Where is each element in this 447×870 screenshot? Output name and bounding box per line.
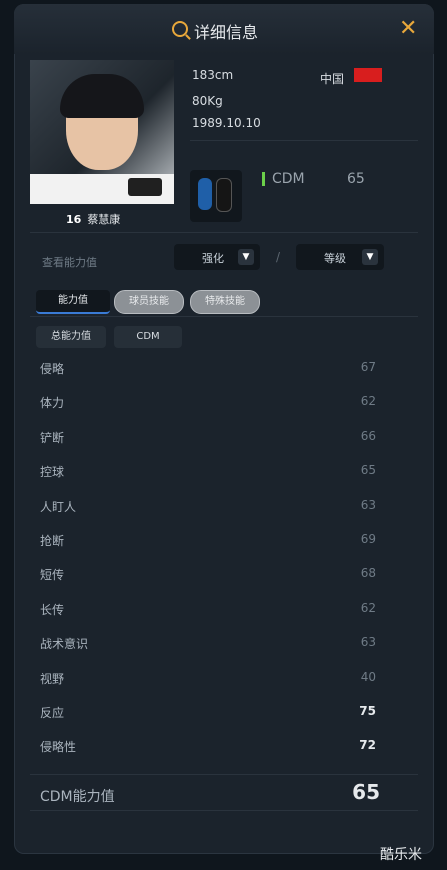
stat-row: 战术意识 63 xyxy=(40,635,376,655)
stat-name: 铲断 xyxy=(40,430,65,445)
stat-value: 63 xyxy=(360,497,376,512)
nation-flag xyxy=(354,68,382,82)
stat-row: 体力 62 xyxy=(40,394,376,414)
stat-name: 反应 xyxy=(40,706,65,720)
player-position: CDM xyxy=(272,171,305,187)
bottom-divider xyxy=(30,810,418,811)
player-photo xyxy=(30,60,174,204)
stat-row: 抢断 69 xyxy=(40,532,376,552)
info-divider xyxy=(190,140,418,141)
stat-name: 短传 xyxy=(40,568,65,583)
jersey-number: 16 xyxy=(66,213,82,226)
stat-value: 65 xyxy=(360,463,376,478)
filter-label: 查看能力值 xyxy=(42,256,97,269)
watermark: 酷乐米 xyxy=(380,847,422,863)
player-weight: 80Kg xyxy=(192,94,223,108)
stat-value: 72 xyxy=(359,738,376,753)
filter-separator: / xyxy=(276,250,281,264)
boots-card xyxy=(190,170,242,222)
chevron-down-icon: ▼ xyxy=(362,249,378,265)
chevron-down-icon: ▼ xyxy=(238,249,254,265)
chip-cdm[interactable]: CDM xyxy=(114,326,182,348)
summary-divider xyxy=(30,774,418,775)
stat-name: 侵略 xyxy=(40,362,65,376)
enhance-dropdown-label: 强化 xyxy=(202,252,224,265)
position-rating: 65 xyxy=(347,171,365,187)
stat-value: 69 xyxy=(360,532,376,546)
chip-total-ability[interactable]: 总能力值 xyxy=(36,326,106,348)
tab-player-skills[interactable]: 球员技能 xyxy=(114,290,184,314)
player-detail-panel: 详细信息 ✕ 16 蔡慧康 183cm 80Kg 1989.10.10 中国 CD… xyxy=(14,4,434,854)
photo-hair xyxy=(60,74,144,118)
stat-row: 侵略 67 xyxy=(40,360,376,380)
photo-badge xyxy=(128,178,162,196)
stat-value: 67 xyxy=(360,360,376,374)
stat-name: 战术意识 xyxy=(40,637,89,652)
level-dropdown[interactable]: 等级 ▼ xyxy=(296,244,384,270)
tab-special-skills[interactable]: 特殊技能 xyxy=(190,290,260,314)
stat-row: 长传 62 xyxy=(40,601,376,621)
stat-row: 铲断 66 xyxy=(40,429,376,449)
stat-row: 侵略性 72 xyxy=(40,738,376,758)
stat-name: 长传 xyxy=(40,602,65,617)
player-name: 蔡慧康 xyxy=(87,213,121,226)
panel-title: 详细信息 xyxy=(194,23,259,42)
search-icon xyxy=(172,21,188,37)
stat-name: 控球 xyxy=(40,465,65,480)
stat-row: 反应 75 xyxy=(40,704,376,724)
tab-divider xyxy=(30,316,418,317)
stat-row: 人盯人 63 xyxy=(40,498,376,518)
summary-row: CDM能力值 65 xyxy=(40,780,380,808)
player-height: 183cm xyxy=(192,68,234,82)
stat-value: 62 xyxy=(360,394,376,409)
stat-row: 短传 68 xyxy=(40,566,376,586)
tab-ability[interactable]: 能力值 xyxy=(36,290,110,314)
stat-value: 62 xyxy=(360,600,376,615)
player-name-line: 16 蔡慧康 xyxy=(66,211,120,227)
stat-name: 人盯人 xyxy=(40,499,77,514)
stat-name: 视野 xyxy=(40,671,65,686)
level-dropdown-label: 等级 xyxy=(324,252,346,265)
stat-row: 视野 40 xyxy=(40,670,376,690)
stat-row: 控球 65 xyxy=(40,463,376,483)
section-divider xyxy=(30,232,418,233)
stat-value: 68 xyxy=(360,566,376,581)
summary-value: 65 xyxy=(352,780,380,804)
enhance-dropdown[interactable]: 强化 ▼ xyxy=(174,244,260,270)
stat-name: 侵略性 xyxy=(40,740,77,755)
stat-name: 抢断 xyxy=(40,534,65,548)
panel-header: 详细信息 ✕ xyxy=(14,4,434,54)
player-birthdate: 1989.10.10 xyxy=(192,116,261,130)
player-nation: 中国 xyxy=(320,72,345,86)
boot-black-icon xyxy=(216,178,232,212)
close-icon[interactable]: ✕ xyxy=(399,16,417,41)
stat-value: 75 xyxy=(359,704,376,718)
boot-blue-icon xyxy=(198,178,212,210)
stat-value: 66 xyxy=(360,428,376,443)
stat-value: 63 xyxy=(360,635,376,650)
stat-name: 体力 xyxy=(40,396,65,411)
stat-value: 40 xyxy=(360,669,376,684)
position-indicator xyxy=(262,172,265,186)
summary-label: CDM能力值 xyxy=(40,789,115,805)
